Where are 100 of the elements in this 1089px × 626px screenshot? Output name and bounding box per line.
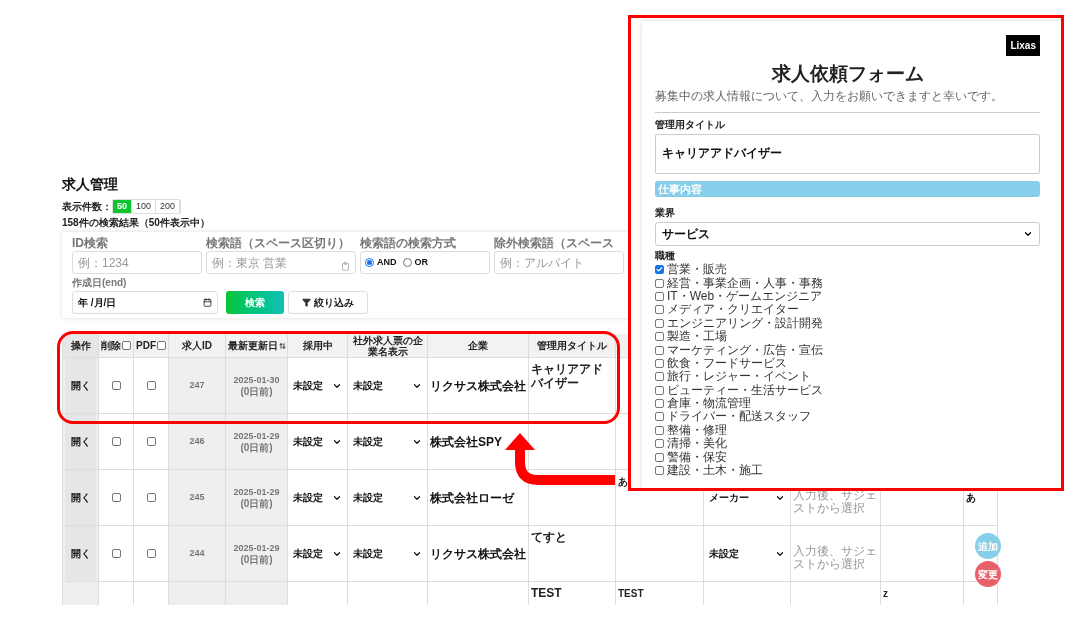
- field-label: 検索語（スペース区切り）: [206, 237, 351, 250]
- checkbox[interactable]: [655, 439, 664, 449]
- result-summary: 158件の検索結果（50件表示中）: [62, 216, 210, 229]
- dropdown[interactable]: 未設定: [706, 546, 788, 561]
- open-button[interactable]: 開く: [65, 358, 96, 413]
- field-label: 管理用タイトル: [655, 119, 726, 131]
- checkbox[interactable]: [655, 372, 664, 382]
- title-textarea[interactable]: キャリアアドバイザー: [655, 134, 1040, 174]
- occupation-option: ビューティー・生活サービス: [667, 383, 823, 397]
- occupation-option: IT・Web・ゲームエンジニア: [667, 289, 823, 303]
- occupation-option: エンジニアリング・設計開発: [667, 316, 823, 330]
- occupation-option: 飲食・フードサービス: [667, 356, 787, 370]
- table-text: TEST: [618, 587, 644, 601]
- checkbox[interactable]: [655, 332, 664, 342]
- check-icon: [656, 266, 663, 274]
- column-header: 削除: [101, 340, 121, 351]
- days-ago: (0日前): [240, 553, 273, 566]
- dropdown[interactable]: 未設定: [290, 546, 345, 561]
- dropdown[interactable]: 未設定: [350, 490, 425, 505]
- checkbox[interactable]: [146, 549, 156, 558]
- filter-icon: [302, 298, 311, 307]
- checkbox[interactable]: [655, 278, 664, 288]
- clipboard-icon: [341, 262, 350, 271]
- section-heading: 仕事内容: [655, 181, 1040, 197]
- field-label: 業界: [655, 207, 676, 219]
- days-ago: (0日前): [240, 385, 273, 398]
- checkbox[interactable]: [111, 549, 121, 558]
- days-ago: (0日前): [240, 441, 273, 454]
- occupation-option: 営業・販売: [667, 263, 727, 277]
- admin-title: キャリアアドバイザー: [531, 362, 604, 390]
- column-header: 操作: [70, 340, 91, 351]
- dropdown[interactable]: 未設定: [290, 490, 345, 505]
- field-label: 作成日(end): [72, 277, 128, 289]
- occupation-option: ドライバー・配送スタッフ: [667, 410, 811, 424]
- open-button[interactable]: 開く: [65, 414, 96, 469]
- checkbox[interactable]: [157, 341, 166, 350]
- dropdown[interactable]: メーカー: [706, 490, 788, 505]
- logo: Lixas: [1006, 35, 1040, 56]
- checkbox[interactable]: [655, 358, 664, 368]
- checkbox[interactable]: [111, 437, 121, 446]
- occupation-option: 建設・土木・施工: [667, 464, 763, 478]
- filter-button[interactable]: 絞り込み: [288, 291, 368, 314]
- occupation-option: 清掃・美化: [667, 437, 727, 451]
- open-button[interactable]: 開く: [65, 470, 96, 525]
- radio-option[interactable]: OR: [402, 255, 428, 270]
- checkbox[interactable]: [146, 437, 156, 446]
- checkbox[interactable]: [655, 318, 664, 328]
- dropdown[interactable]: 未設定: [350, 378, 425, 393]
- occupation-option: メディア・クリエイター: [667, 303, 799, 317]
- checkbox[interactable]: [655, 345, 664, 355]
- field-label: ID検索: [72, 237, 109, 250]
- open-button[interactable]: 開く: [65, 526, 96, 581]
- form-description: 募集中の求人情報について、入力をお願いできますと幸いです。: [655, 89, 1004, 103]
- dropdown[interactable]: 未設定: [290, 378, 345, 393]
- checkbox[interactable]: [655, 466, 664, 476]
- job-id: 244: [189, 546, 205, 560]
- calendar-icon: [203, 298, 212, 307]
- date-field[interactable]: 年 /月/日: [72, 291, 218, 314]
- per-page-label: 表示件数：: [62, 200, 112, 214]
- column-header: 最新更新日: [227, 340, 278, 351]
- updated-date: 2025-01-30: [233, 373, 280, 386]
- occupation-option: 倉庫・物流管理: [667, 397, 751, 411]
- company-name: リクサス株式会社: [430, 545, 526, 563]
- checkbox[interactable]: [655, 452, 664, 462]
- checkbox[interactable]: [146, 381, 156, 390]
- checkbox[interactable]: [122, 341, 131, 350]
- column-header: 管理用タイトル: [537, 340, 607, 351]
- table-text: あ: [966, 491, 976, 505]
- column-header: 企業: [468, 340, 488, 351]
- company-name: 株式会社ローゼ: [430, 489, 514, 507]
- occupation-option: 旅行・レジャー・イベント: [667, 370, 811, 384]
- job-id: 246: [189, 434, 205, 448]
- job-id: 247: [189, 378, 205, 392]
- checkbox[interactable]: [655, 399, 664, 409]
- updated-date: 2025-01-29: [233, 429, 280, 442]
- dropdown[interactable]: 未設定: [290, 434, 345, 449]
- dropdown[interactable]: 未設定: [350, 546, 425, 561]
- industry-dropdown[interactable]: サービス: [655, 222, 1040, 246]
- updated-date: 2025-01-29: [233, 541, 280, 554]
- checkbox[interactable]: [111, 493, 121, 502]
- checkbox[interactable]: [655, 425, 664, 435]
- checkbox[interactable]: [655, 291, 664, 301]
- occupation-option: マーケティング・広告・宣伝: [667, 343, 823, 357]
- radio-option[interactable]: AND: [365, 255, 397, 270]
- checkbox[interactable]: [655, 412, 664, 422]
- dropdown[interactable]: 未設定: [350, 434, 425, 449]
- occupation-option: 製造・工場: [667, 330, 727, 344]
- job-id: 245: [189, 490, 205, 504]
- page-title: 求人管理: [62, 175, 118, 194]
- checkbox[interactable]: [146, 493, 156, 502]
- occupation-option: 整備・修理: [667, 423, 727, 437]
- checkbox[interactable]: [655, 265, 664, 275]
- chevron-down-icon: [1023, 229, 1033, 239]
- checkbox[interactable]: [655, 305, 664, 315]
- column-header: 採用中: [302, 340, 333, 351]
- company-name: リクサス株式会社: [430, 377, 526, 395]
- checkbox[interactable]: [111, 381, 121, 390]
- admin-title: TEST: [531, 586, 562, 600]
- sort-icon[interactable]: [278, 341, 286, 350]
- checkbox[interactable]: [655, 385, 664, 395]
